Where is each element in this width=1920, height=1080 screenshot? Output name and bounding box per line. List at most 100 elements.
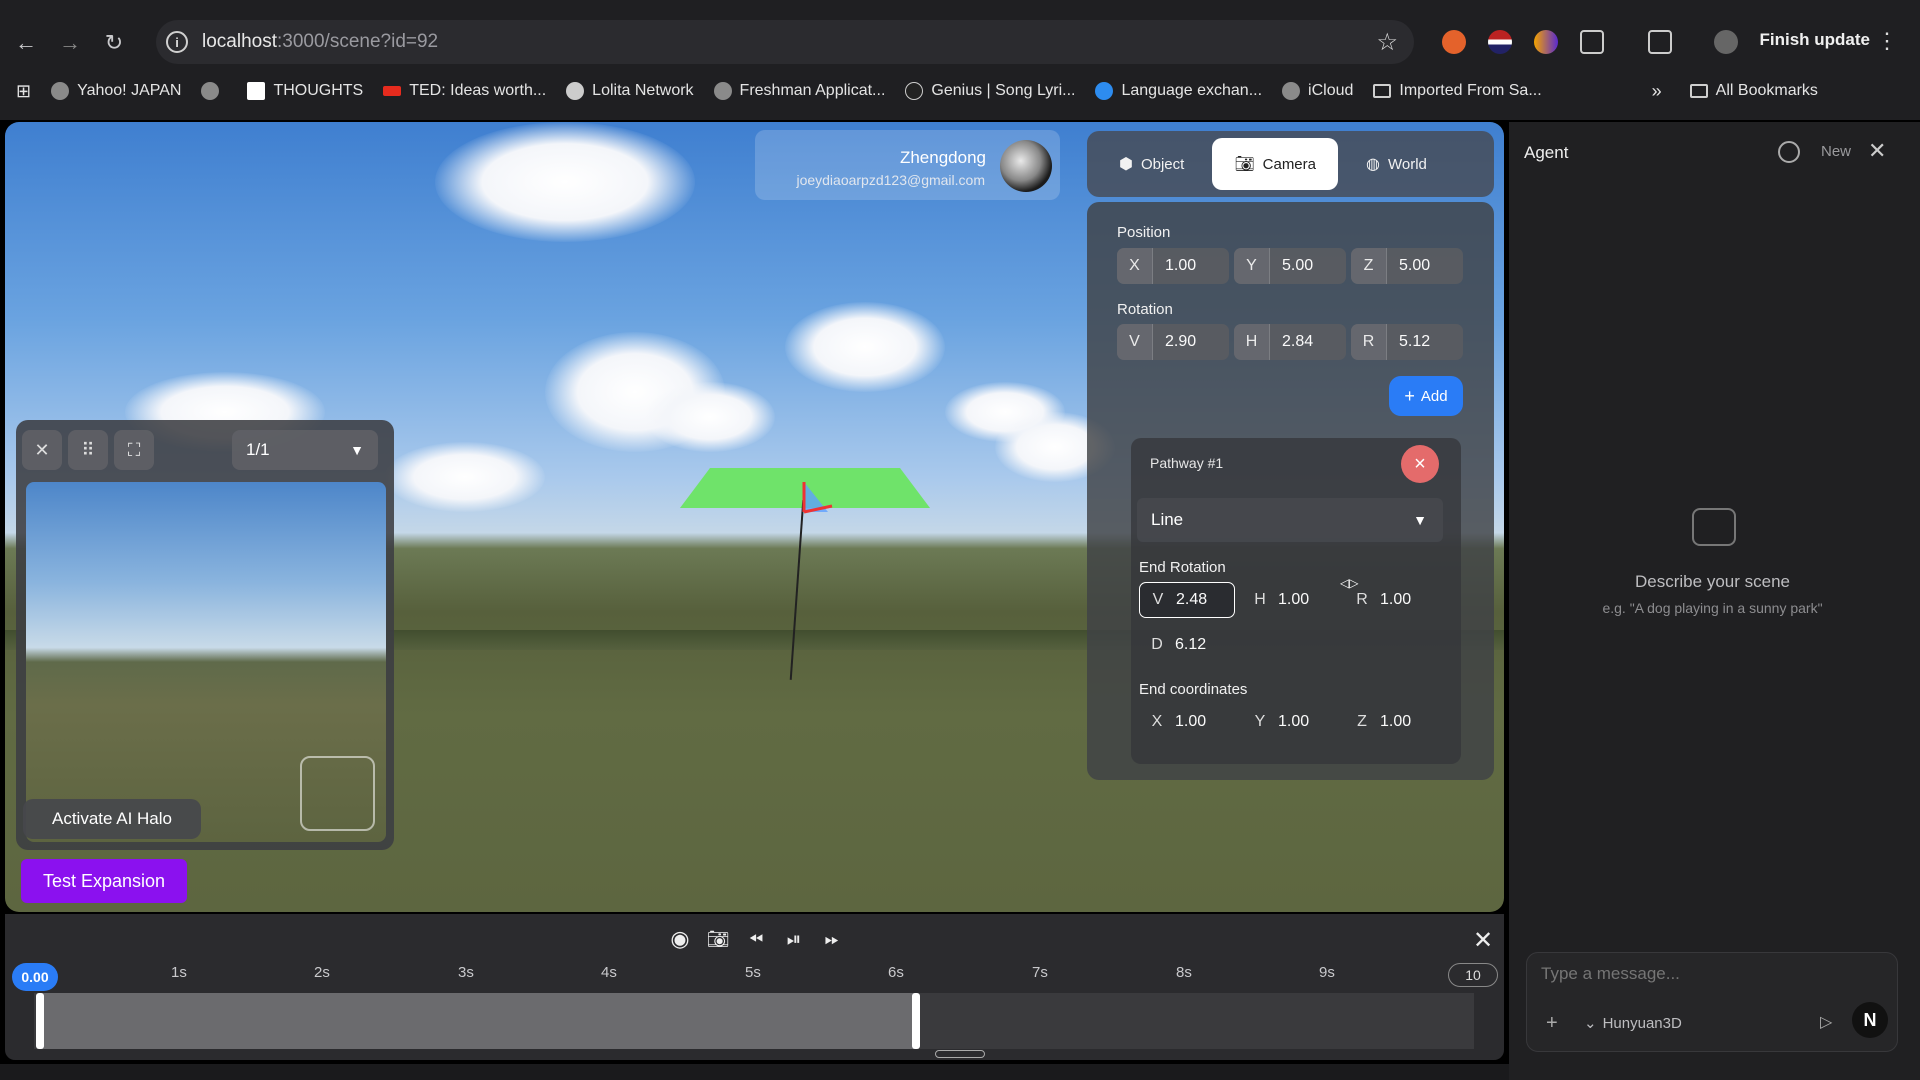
close-icon[interactable]: ✕ [22, 430, 62, 470]
user-name: Zhengdong [899, 148, 986, 167]
activate-ai-halo-button[interactable]: Activate AI Halo [23, 799, 201, 839]
dropdown-arrow-icon: ▼ [1413, 512, 1427, 528]
attach-plus-icon[interactable]: + [1546, 1012, 1558, 1035]
drag-handle-icon[interactable]: ⠿ [68, 430, 108, 470]
user-email: joeydiaoarpzd123@gmail.com [796, 172, 985, 188]
bookmark-star-icon[interactable]: ☆ [1376, 28, 1398, 57]
tick-label: 9s [1319, 964, 1335, 981]
timeline-end-value[interactable]: 10 [1448, 963, 1498, 987]
rotation-v-field[interactable]: V 2.90 [1117, 324, 1229, 360]
camera-gizmo-icon[interactable] [798, 478, 838, 518]
end-rotation-d-field[interactable]: D 6.12 [1139, 627, 1235, 663]
record-icon[interactable]: ◉ [668, 926, 692, 952]
profile-avatar-icon[interactable] [1714, 30, 1738, 54]
apps-grid-icon[interactable]: ⊞ [16, 81, 31, 102]
extensions-puzzle-icon[interactable] [1580, 30, 1604, 54]
message-input[interactable] [1541, 964, 1861, 984]
extension-color-icon[interactable] [1534, 30, 1558, 54]
model-select[interactable]: ⌄ Hunyuan3D [1584, 1014, 1682, 1032]
globe-icon [51, 82, 70, 100]
mode-tabs: ⬢ Object 📷︎ Camera ◍ World [1087, 131, 1494, 197]
fast-forward-icon[interactable]: ⏩︎ [820, 929, 844, 950]
bottom-strip [0, 1064, 1509, 1080]
describe-scene-example: e.g. "A dog playing in a sunny park" [1602, 600, 1823, 616]
user-initial-avatar[interactable]: N [1852, 1002, 1888, 1038]
browser-toolbar: ← → ↻ i localhost:3000/scene?id=92 ☆ [0, 20, 1920, 66]
end-rotation-h-field[interactable]: H 1.00 [1242, 582, 1332, 618]
forward-icon[interactable]: → [52, 25, 88, 61]
tick-label: 4s [601, 964, 617, 981]
cloud [785, 302, 945, 392]
history-clock-icon[interactable] [1778, 141, 1800, 163]
address-bar[interactable]: i localhost:3000/scene?id=92 ☆ [156, 20, 1414, 64]
extension-flag-icon[interactable] [1488, 30, 1512, 54]
new-chat-button[interactable]: New [1821, 143, 1851, 160]
position-z-field[interactable]: Z 5.00 [1351, 248, 1463, 284]
tick-label: 5s [745, 964, 761, 981]
bookmark-freshman[interactable]: Freshman Applicat... [713, 82, 885, 100]
timeline-start-value[interactable]: 0.00 [12, 963, 58, 991]
timeline-start-handle[interactable] [36, 993, 44, 1049]
close-agent-icon[interactable]: ✕ [1868, 138, 1886, 164]
browser-menu-icon[interactable]: ⋮ [1876, 28, 1898, 54]
chat-bubbles-icon [1692, 508, 1736, 546]
position-x-field[interactable]: X 1.00 [1117, 248, 1229, 284]
globe-icon [713, 82, 732, 100]
dropdown-arrow-icon: ▼ [350, 442, 364, 458]
end-coords-x-field[interactable]: X 1.00 [1139, 704, 1235, 740]
tab-search-icon[interactable] [1648, 30, 1672, 54]
position-y-field[interactable]: Y 5.00 [1234, 248, 1346, 284]
bookmark-lolita[interactable]: Lolita Network [566, 82, 694, 100]
rotation-r-field[interactable]: R 5.12 [1351, 324, 1463, 360]
tab-camera[interactable]: 📷︎ Camera [1212, 138, 1338, 190]
site-info-icon[interactable]: i [166, 31, 188, 53]
bookmark-icloud[interactable]: iCloud [1282, 82, 1353, 100]
extension-fox-icon[interactable] [1442, 30, 1466, 54]
finish-update-button[interactable]: Finish update [1760, 30, 1871, 50]
bookmark-ted[interactable]: TED: Ideas worth... [383, 82, 546, 100]
pathway-title: Pathway #1 [1150, 455, 1224, 471]
bookmark-genius[interactable]: Genius | Song Lyri... [905, 82, 1075, 100]
avatar[interactable] [1000, 140, 1052, 192]
play-pause-icon[interactable]: ⏯︎ [782, 929, 806, 950]
end-coordinates-label: End coordinates [1139, 681, 1248, 698]
timeline-scrollbar[interactable] [935, 1050, 985, 1058]
bookmark-yahoo[interactable]: Yahoo! JAPAN [51, 82, 181, 100]
tab-object[interactable]: ⬢ Object [1097, 138, 1206, 190]
tick-label: 1s [171, 964, 187, 981]
tab-world[interactable]: ◍ World [1344, 138, 1449, 190]
end-rotation-label: End Rotation [1139, 559, 1226, 576]
timeline-selected-range[interactable] [40, 993, 916, 1049]
snapshot-camera-icon[interactable]: 📷︎ [706, 929, 730, 950]
tick-label: 3s [458, 964, 474, 981]
all-bookmarks[interactable]: All Bookmarks [1689, 82, 1818, 100]
fullscreen-icon[interactable]: ⛶ [114, 430, 154, 470]
rewind-icon[interactable]: ⏪︎ [744, 929, 768, 950]
preview-toolbar: ✕ ⠿ ⛶ [22, 430, 160, 470]
send-icon[interactable]: ▷ [1820, 1012, 1832, 1032]
remove-pathway-icon[interactable]: × [1401, 445, 1439, 483]
pathway-type-select[interactable]: Line ▼ [1137, 498, 1443, 542]
add-pathway-button[interactable]: + Add [1389, 376, 1463, 416]
bookmark-thoughts[interactable]: THOUGHTS [247, 82, 363, 100]
tick-label: 2s [314, 964, 330, 981]
end-coords-z-field[interactable]: Z 1.00 [1344, 704, 1440, 740]
end-coords-y-field[interactable]: Y 1.00 [1242, 704, 1338, 740]
timeline-end-handle[interactable] [912, 993, 920, 1049]
test-expansion-button[interactable]: Test Expansion [21, 859, 187, 903]
preview-page-select[interactable]: 1/1 ▼ [232, 430, 378, 470]
bookmark-language[interactable]: Language exchan... [1095, 82, 1262, 100]
end-rotation-v-field[interactable]: V 2.48 [1139, 582, 1235, 618]
reload-icon[interactable]: ↻ [96, 25, 132, 61]
folder-icon [1689, 84, 1708, 98]
bookmark-globe[interactable] [201, 82, 227, 100]
tick-label: 8s [1176, 964, 1192, 981]
back-icon[interactable]: ← [8, 25, 44, 61]
more-bookmarks-icon[interactable]: » [1652, 81, 1662, 102]
chat-bubble-icon [1095, 82, 1114, 100]
folder-icon [1373, 84, 1392, 98]
bookmark-imported[interactable]: Imported From Sa... [1373, 82, 1542, 100]
cloud [385, 442, 545, 512]
rotation-h-field[interactable]: H 2.84 [1234, 324, 1346, 360]
close-timeline-icon[interactable]: ✕ [1473, 926, 1493, 955]
